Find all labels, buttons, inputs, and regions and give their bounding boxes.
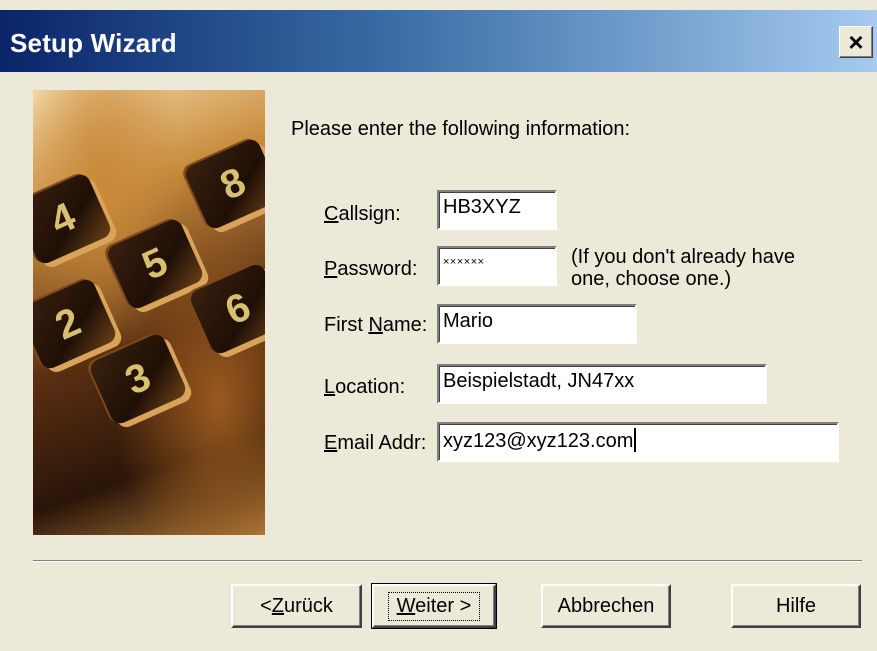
close-icon: × — [848, 27, 864, 57]
wizard-keypad-image: 4 5 6 2 3 8 — [33, 90, 265, 535]
window-title: Setup Wizard — [10, 28, 177, 58]
help-button[interactable]: Hilfe — [731, 584, 861, 628]
title-bar[interactable]: Setup Wizard × — [0, 10, 877, 72]
next-button[interactable]: Weiter > — [371, 583, 497, 629]
first-name-label: First Name: — [324, 314, 428, 336]
next-button-focus: Weiter > — [387, 591, 481, 621]
keypad-key: 8 — [182, 136, 265, 232]
button-separator — [33, 560, 862, 562]
text-caret — [634, 428, 637, 452]
password-hint-line-2: one, choose one.) — [571, 268, 732, 290]
callsign-field[interactable]: HB3XYZ — [437, 190, 557, 230]
intro-text: Please enter the following information: — [291, 118, 631, 140]
back-button[interactable]: < Zurück — [231, 584, 362, 628]
email-field-value: xyz123@xyz123.com — [443, 430, 634, 452]
cancel-button[interactable]: Abbrechen — [541, 584, 671, 628]
keypad-key: 4 — [33, 171, 114, 267]
password-hint-line-1: (If you don't already have — [571, 246, 795, 268]
email-label: Email Addr: — [324, 432, 427, 454]
password-hint: (If you don't already have one, choose o… — [571, 246, 795, 290]
location-label: Location: — [324, 376, 406, 398]
setup-wizard-window: Setup Wizard × 4 5 6 2 3 8 Please enter … — [0, 0, 877, 651]
password-label: Password: — [324, 258, 418, 280]
location-field[interactable]: Beispielstadt, JN47xx — [437, 364, 767, 404]
callsign-label: Callsign: — [324, 203, 401, 225]
email-field[interactable]: xyz123@xyz123.com — [437, 422, 839, 462]
first-name-field[interactable]: Mario — [437, 304, 637, 344]
password-field[interactable]: ×××××× — [437, 246, 557, 286]
keypad-key: 3 — [87, 331, 189, 427]
close-button[interactable]: × — [839, 26, 873, 58]
